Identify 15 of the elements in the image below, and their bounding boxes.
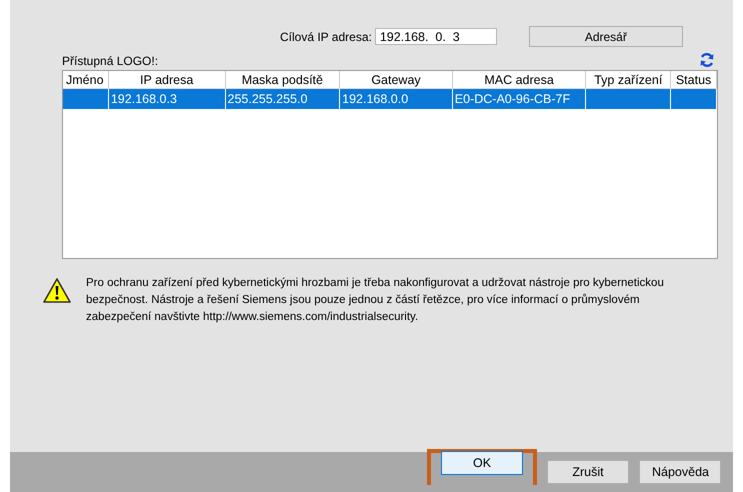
target-ip-label: Cílová IP adresa: bbox=[280, 30, 372, 44]
security-notice: Pro ochranu zařízení před kybernetickými hrozbami je třeba nakonfigurovat a udržovat nástroje pro kybernetickou bezpečnost. Nástroje a řešení Siemens jsou pouze jednou z částí řetězce, pro více informací o průmyslovém zabezpečení navštivte http://www.siemens.com/industrialsecurity. bbox=[86, 276, 665, 325]
table-row[interactable]: 192.168.0.3 255.255.255.0 192.168.0.0 E0-DC-A0-96-CB-7F bbox=[63, 89, 717, 109]
dialog-button[interactable]: OK bbox=[441, 451, 523, 475]
ip-address-field[interactable]: 192.168. 0. 3 bbox=[374, 28, 497, 45]
table-cell: E0-DC-A0-96-CB-7F bbox=[452, 89, 586, 109]
refresh-icon[interactable] bbox=[699, 52, 715, 68]
table-cell: 192.168.0.3 bbox=[108, 89, 226, 109]
dialog-button[interactable]: Zrušit bbox=[547, 460, 629, 484]
table-cell: 192.168.0.0 bbox=[340, 89, 453, 109]
dialog-button[interactable]: Nápověda bbox=[639, 460, 721, 484]
table-cell: 255.255.255.0 bbox=[226, 89, 340, 109]
directory-button[interactable]: Adresář bbox=[528, 26, 683, 47]
warning-icon bbox=[42, 277, 72, 305]
available-devices-label: Přístupná LOGO!: bbox=[62, 54, 158, 68]
